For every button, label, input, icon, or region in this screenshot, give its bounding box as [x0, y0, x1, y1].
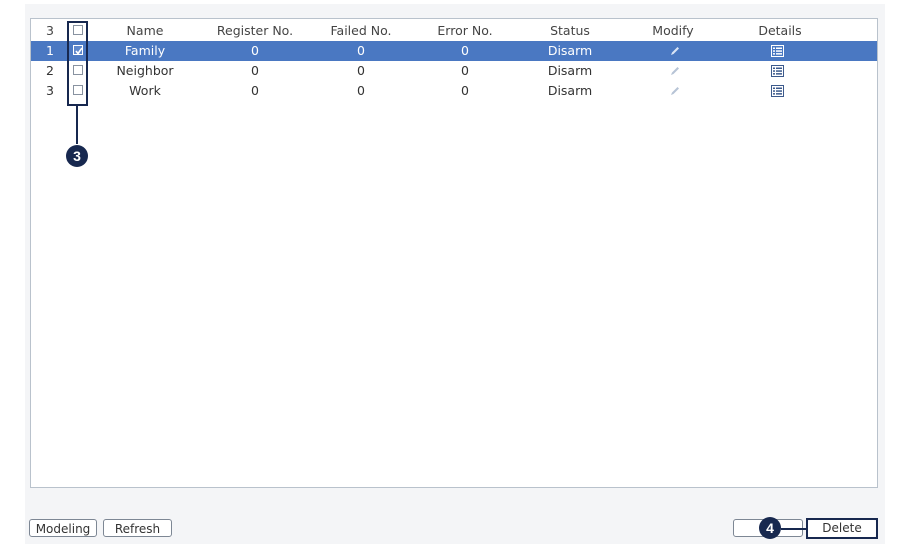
callout-badge: 3 — [66, 145, 88, 167]
details-list-icon[interactable] — [771, 45, 784, 57]
row-register-no: 0 — [251, 43, 259, 58]
row-index: 2 — [46, 63, 54, 78]
row-name: Work — [129, 83, 161, 98]
callout-badge: 4 — [759, 517, 781, 539]
details-list-icon[interactable] — [771, 65, 784, 77]
pencil-icon[interactable] — [669, 45, 681, 57]
header-error-no: Error No. — [437, 23, 493, 38]
row-error-no: 0 — [461, 43, 469, 58]
delete-button-highlight — [806, 518, 878, 539]
table-row[interactable]: 1 Family 0 0 0 Disarm — [31, 41, 877, 61]
table-row[interactable]: 3 Work 0 0 0 Disarm — [31, 81, 877, 101]
row-error-no: 0 — [461, 63, 469, 78]
refresh-button[interactable]: Refresh — [103, 519, 172, 537]
modeling-button[interactable]: Modeling — [29, 519, 97, 537]
checkbox-column-highlight — [67, 21, 88, 106]
header-modify: Modify — [652, 23, 694, 38]
header-details: Details — [758, 23, 802, 38]
row-status: Disarm — [547, 43, 593, 58]
header-failed-no: Failed No. — [330, 23, 392, 38]
row-failed-no: 0 — [357, 63, 365, 78]
row-register-no: 0 — [251, 83, 259, 98]
table-header: 3 Name Register No. Failed No. Error No.… — [31, 21, 877, 41]
row-name: Family — [124, 43, 166, 58]
row-index: 1 — [46, 43, 54, 58]
header-register-no: Register No. — [216, 23, 294, 38]
pencil-icon[interactable] — [669, 85, 681, 97]
row-name: Neighbor — [116, 63, 174, 78]
row-register-no: 0 — [251, 63, 259, 78]
row-failed-no: 0 — [357, 83, 365, 98]
header-count: 3 — [46, 23, 54, 38]
row-status: Disarm — [547, 63, 593, 78]
user-table: 3 Name Register No. Failed No. Error No.… — [30, 18, 878, 488]
callout-connector — [76, 106, 78, 144]
row-error-no: 0 — [461, 83, 469, 98]
callout-connector — [781, 528, 807, 530]
table-row[interactable]: 2 Neighbor 0 0 0 Disarm — [31, 61, 877, 81]
details-list-icon[interactable] — [771, 85, 784, 97]
header-name: Name — [126, 23, 164, 38]
row-status: Disarm — [547, 83, 593, 98]
pencil-icon[interactable] — [669, 65, 681, 77]
row-index: 3 — [46, 83, 54, 98]
row-failed-no: 0 — [357, 43, 365, 58]
header-status: Status — [550, 23, 590, 38]
